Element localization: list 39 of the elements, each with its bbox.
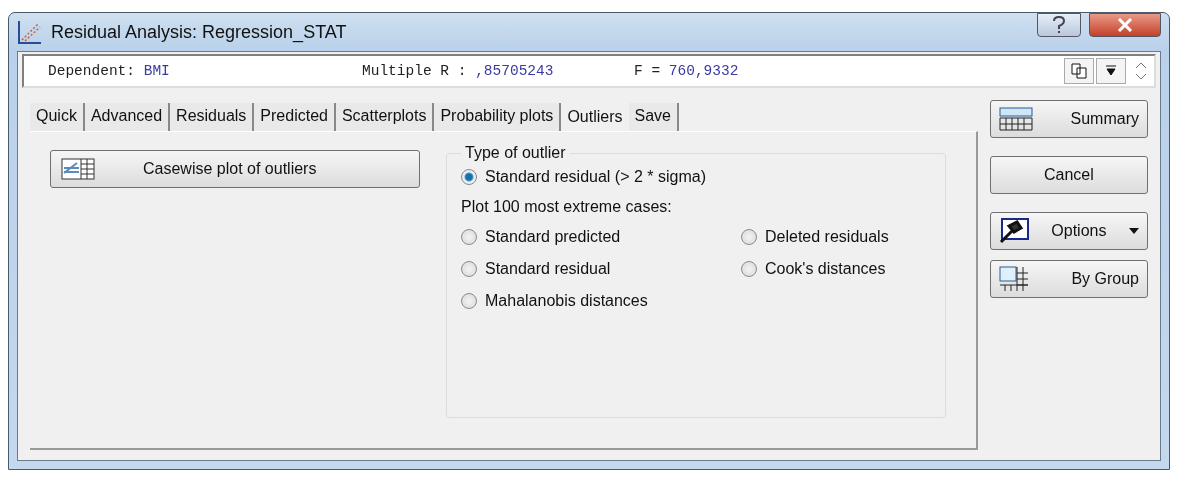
tab[interactable]: Predicted [254, 103, 336, 131]
hammer-icon [998, 218, 1029, 244]
tab[interactable]: Save [628, 103, 679, 131]
table-icon [998, 266, 1029, 292]
help-icon [1052, 16, 1066, 34]
summary-button[interactable]: Summary [989, 100, 1148, 138]
radio-option[interactable]: Standard predicted [461, 228, 741, 246]
spin-arrows-icon[interactable] [1134, 60, 1148, 82]
window-title: Residual Analysis: Regression_STAT [51, 21, 348, 43]
table-icon [61, 158, 95, 180]
arrow-down-icon [1106, 65, 1116, 77]
caret-icon [1129, 228, 1139, 234]
close-button[interactable] [1089, 13, 1161, 37]
info-text: F = 760,9332 [634, 63, 740, 79]
radio-option[interactable]: Standard residual (> 2 * sigma) [461, 168, 931, 186]
chart-icon [17, 19, 43, 45]
tab[interactable]: Residuals [170, 103, 255, 131]
tab[interactable]: Advanced [84, 103, 171, 131]
by-group-button[interactable]: By Group [989, 260, 1148, 298]
close-icon [1117, 18, 1133, 32]
cancel-button[interactable]: Cancel [989, 156, 1148, 194]
tab[interactable]: Scatterplots [335, 103, 435, 131]
info-text: Multiple R : ,85705243 [362, 63, 555, 79]
radio-option[interactable]: Cook's distances [741, 260, 931, 278]
section-label: Plot 100 most extreme cases: [461, 198, 673, 216]
copy-button[interactable] [1064, 58, 1094, 84]
options-button[interactable]: Options [989, 212, 1148, 250]
table-icon [998, 107, 1033, 131]
copy-icon [1071, 63, 1087, 79]
group-title: Type of outlier [464, 144, 567, 162]
tab[interactable]: Quick [30, 103, 85, 131]
tab[interactable]: Probability plots [434, 103, 562, 131]
help-button[interactable] [1037, 13, 1081, 37]
info-text: Dependent: BMI [48, 63, 171, 79]
radio-option[interactable]: Standard residual [461, 260, 741, 278]
radio-option[interactable]: Deleted residuals [741, 228, 931, 246]
collapse-button[interactable] [1096, 58, 1126, 84]
radio-option[interactable]: Mahalanobis distances [461, 292, 741, 310]
casewise-plot-button[interactable]: Casewise plot of outliers [50, 150, 420, 188]
